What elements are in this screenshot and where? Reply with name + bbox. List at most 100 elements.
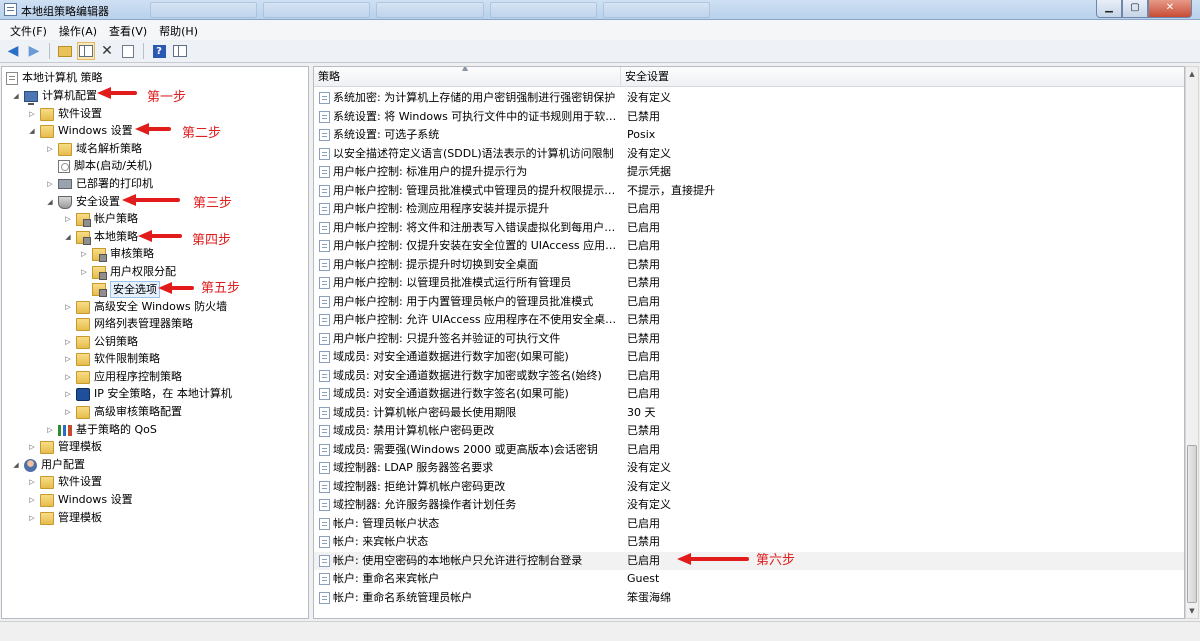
menu-help[interactable]: 帮助(H) bbox=[153, 20, 204, 40]
expand-triangle-icon[interactable]: ▷ bbox=[28, 438, 36, 456]
policy-row[interactable]: 帐户: 管理员帐户状态 已启用 bbox=[314, 515, 1184, 533]
tree-item[interactable]: 本地计算机 策略 bbox=[6, 69, 103, 87]
tree-item[interactable]: ▷ 应用程序控制策略 bbox=[64, 368, 182, 386]
back-arrow-icon[interactable]: ◀ bbox=[4, 42, 22, 60]
export-list-icon[interactable] bbox=[119, 42, 137, 60]
collapse-triangle-icon[interactable]: ◢ bbox=[64, 228, 72, 246]
scroll-down-button[interactable]: ▼ bbox=[1186, 604, 1198, 618]
expand-triangle-icon[interactable]: ▷ bbox=[64, 368, 72, 386]
policy-row[interactable]: 用户帐户控制: 将文件和注册表写入错误虚拟化到每用户位置 已启用 bbox=[314, 219, 1184, 237]
expand-triangle-icon[interactable]: ▷ bbox=[28, 509, 36, 527]
scroll-up-button[interactable]: ▲ bbox=[1186, 67, 1198, 81]
policy-row[interactable]: 域控制器: 允许服务器操作者计划任务 没有定义 bbox=[314, 496, 1184, 514]
close-button[interactable]: ✕ bbox=[1148, 0, 1192, 18]
tree-item[interactable]: ▷ 软件设置 bbox=[28, 105, 102, 123]
policy-row[interactable]: 帐户: 重命名来宾帐户 Guest bbox=[314, 570, 1184, 588]
policy-row[interactable]: 域成员: 对安全通道数据进行数字加密(如果可能) 已启用 bbox=[314, 348, 1184, 366]
policy-row[interactable]: 用户帐户控制: 仅提升安装在安全位置的 UIAccess 应用程序 已启用 bbox=[314, 237, 1184, 255]
tree-item[interactable]: ▷ 已部署的打印机 bbox=[46, 175, 153, 193]
menu-view[interactable]: 查看(V) bbox=[103, 20, 153, 40]
expand-triangle-icon[interactable]: ▷ bbox=[64, 350, 72, 368]
tree-item[interactable]: ◢ 安全设置 bbox=[46, 193, 120, 211]
collapse-triangle-icon[interactable]: ◢ bbox=[28, 122, 36, 140]
menu-action[interactable]: 操作(A) bbox=[53, 20, 103, 40]
maximize-button[interactable]: ▢ bbox=[1122, 0, 1148, 18]
vertical-scrollbar[interactable]: ▲ ▼ bbox=[1185, 66, 1199, 619]
scrollbar-thumb[interactable] bbox=[1187, 445, 1197, 603]
properties-icon[interactable] bbox=[171, 42, 189, 60]
tree-item[interactable]: ▷ 域名解析策略 bbox=[46, 140, 142, 158]
policy-row[interactable]: 域控制器: 拒绝计算机帐户密码更改 没有定义 bbox=[314, 478, 1184, 496]
policy-row[interactable]: 域成员: 需要强(Windows 2000 或更高版本)会话密钥 已启用 bbox=[314, 441, 1184, 459]
policy-row[interactable]: 以安全描述符定义语言(SDDL)语法表示的计算机访问限制 没有定义 bbox=[314, 145, 1184, 163]
tree-item[interactable]: ▷ 用户权限分配 bbox=[80, 263, 176, 281]
tree-item[interactable]: ▷ 管理模板 bbox=[28, 438, 102, 456]
policy-row[interactable]: 域成员: 禁用计算机帐户密码更改 已禁用 bbox=[314, 422, 1184, 440]
minimize-button[interactable]: ▁ bbox=[1096, 0, 1122, 18]
policy-row[interactable]: 域成员: 对安全通道数据进行数字签名(如果可能) 已启用 bbox=[314, 385, 1184, 403]
tree-item[interactable]: ▷ 管理模板 bbox=[28, 509, 102, 527]
policy-row[interactable]: 域成员: 对安全通道数据进行数字加密或数字签名(始终) 已启用 bbox=[314, 367, 1184, 385]
console-tree[interactable]: 本地计算机 策略 ◢ 计算机配置 ▷ 软件设置 ◢ Windows 设置 ▷ 域名解析策略 脚本(… bbox=[1, 66, 309, 619]
tree-item[interactable]: ▷ 高级审核策略配置 bbox=[64, 403, 182, 421]
arrow-step3-icon bbox=[122, 193, 180, 207]
forward-arrow-icon[interactable]: ▶ bbox=[25, 42, 43, 60]
policy-row[interactable]: 用户帐户控制: 管理员批准模式中管理员的提升权限提示的... 不提示，直接提升 bbox=[314, 182, 1184, 200]
policy-row[interactable]: 用户帐户控制: 提示提升时切换到安全桌面 已禁用 bbox=[314, 256, 1184, 274]
tree-item[interactable]: ◢ 本地策略 bbox=[64, 228, 138, 246]
tree-item[interactable]: ▷ 软件设置 bbox=[28, 473, 102, 491]
policy-row[interactable]: 用户帐户控制: 用于内置管理员帐户的管理员批准模式 已启用 bbox=[314, 293, 1184, 311]
expand-triangle-icon[interactable]: ▷ bbox=[28, 105, 36, 123]
policy-row[interactable]: 用户帐户控制: 只提升签名并验证的可执行文件 已禁用 bbox=[314, 330, 1184, 348]
tree-item[interactable]: ▷ 审核策略 bbox=[80, 245, 154, 263]
policy-security-setting: 已启用 bbox=[627, 294, 660, 308]
expand-triangle-icon[interactable]: ▷ bbox=[64, 210, 72, 228]
policy-row[interactable]: 用户帐户控制: 以管理员批准模式运行所有管理员 已禁用 bbox=[314, 274, 1184, 292]
expand-triangle-icon[interactable]: ▷ bbox=[64, 385, 72, 403]
policy-row[interactable]: 用户帐户控制: 检测应用程序安装并提示提升 已启用 bbox=[314, 200, 1184, 218]
expand-triangle-icon[interactable]: ▷ bbox=[64, 298, 72, 316]
policy-row[interactable]: 用户帐户控制: 标准用户的提升提示行为 提示凭据 bbox=[314, 163, 1184, 181]
tree-item[interactable]: ◢ 用户配置 bbox=[12, 456, 85, 474]
tree-item[interactable]: ▷ IP 安全策略，在 本地计算机 bbox=[64, 385, 232, 403]
collapse-triangle-icon[interactable]: ◢ bbox=[12, 456, 20, 474]
tree-item[interactable]: ▷ 基于策略的 QoS bbox=[46, 421, 157, 439]
expand-triangle-icon[interactable]: ▷ bbox=[80, 263, 88, 281]
tree-item[interactable]: ▷ 软件限制策略 bbox=[64, 350, 160, 368]
tree-item[interactable]: 安全选项 bbox=[80, 280, 160, 298]
expand-triangle-icon[interactable]: ▷ bbox=[46, 421, 54, 439]
tree-item[interactable]: 网络列表管理器策略 bbox=[64, 315, 193, 333]
delete-icon[interactable]: ✕ bbox=[98, 42, 116, 60]
expand-triangle-icon[interactable]: ▷ bbox=[46, 175, 54, 193]
policy-row[interactable]: 域控制器: LDAP 服务器签名要求 没有定义 bbox=[314, 459, 1184, 477]
policy-row[interactable]: 系统设置: 将 Windows 可执行文件中的证书规则用于软件... 已禁用 bbox=[314, 108, 1184, 126]
menu-file[interactable]: 文件(F) bbox=[4, 20, 53, 40]
policy-row[interactable]: 用户帐户控制: 允许 UIAccess 应用程序在不使用安全桌面... 已禁用 bbox=[314, 311, 1184, 329]
policy-row[interactable]: 帐户: 来宾帐户状态 已禁用 bbox=[314, 533, 1184, 551]
policy-row[interactable]: 系统加密: 为计算机上存储的用户密钥强制进行强密钥保护 没有定义 bbox=[314, 89, 1184, 107]
expand-triangle-icon[interactable]: ▷ bbox=[28, 473, 36, 491]
policy-row[interactable]: 帐户: 重命名系统管理员帐户 笨蛋海绵 bbox=[314, 589, 1184, 607]
up-folder-icon[interactable] bbox=[56, 42, 74, 60]
tree-item[interactable]: 脚本(启动/关机) bbox=[46, 157, 152, 175]
policy-row[interactable]: 帐户: 使用空密码的本地帐户只允许进行控制台登录 已启用 bbox=[314, 551, 1184, 570]
expand-triangle-icon[interactable]: ▷ bbox=[46, 140, 54, 158]
tree-item[interactable]: ▷ Windows 设置 bbox=[28, 491, 133, 509]
tree-item[interactable]: ▷ 高级安全 Windows 防火墙 bbox=[64, 298, 227, 316]
policy-row[interactable]: 系统设置: 可选子系统 Posix bbox=[314, 126, 1184, 144]
tree-item[interactable]: ◢ 计算机配置 bbox=[12, 87, 97, 105]
policy-security-setting: 已启用 bbox=[627, 516, 660, 530]
collapse-triangle-icon[interactable]: ◢ bbox=[46, 193, 54, 211]
column-security-setting[interactable]: 安全设置 bbox=[621, 67, 781, 87]
help-icon[interactable]: ? bbox=[150, 42, 168, 60]
show-hide-tree-icon[interactable] bbox=[77, 42, 95, 60]
expand-triangle-icon[interactable]: ▷ bbox=[28, 491, 36, 509]
tree-item[interactable]: ▷ 帐户策略 bbox=[64, 210, 138, 228]
collapse-triangle-icon[interactable]: ◢ bbox=[12, 87, 20, 105]
policy-row[interactable]: 域成员: 计算机帐户密码最长使用期限 30 天 bbox=[314, 404, 1184, 422]
expand-triangle-icon[interactable]: ▷ bbox=[64, 333, 72, 351]
expand-triangle-icon[interactable]: ▷ bbox=[64, 403, 72, 421]
expand-triangle-icon[interactable]: ▷ bbox=[80, 245, 88, 263]
tree-item[interactable]: ◢ Windows 设置 bbox=[28, 122, 133, 140]
tree-item[interactable]: ▷ 公钥策略 bbox=[64, 333, 138, 351]
